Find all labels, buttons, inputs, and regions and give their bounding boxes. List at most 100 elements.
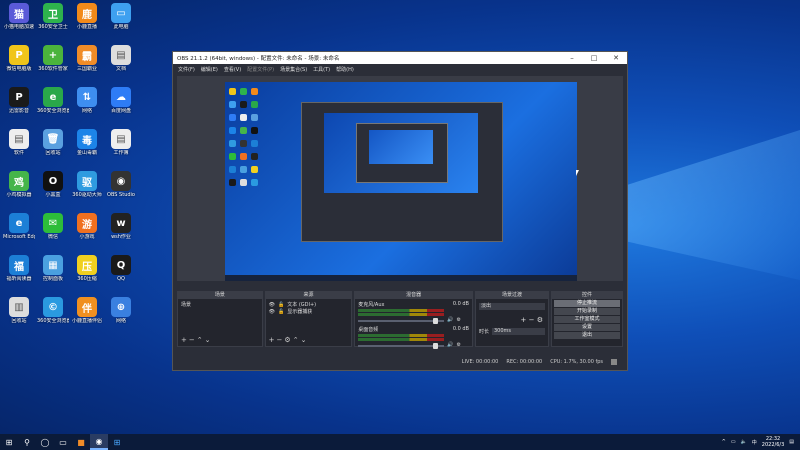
menu-view[interactable]: 查看(V) bbox=[224, 66, 241, 73]
desktop-icon-label: 小鹿直播伴侣 bbox=[71, 318, 102, 324]
desktop-icon[interactable]: 猫小猫电脑加速 bbox=[3, 3, 35, 30]
desktop-icon-label: 控制面板 bbox=[42, 276, 63, 282]
maximize-button[interactable]: □ bbox=[583, 54, 605, 62]
minimize-button[interactable]: – bbox=[561, 54, 583, 62]
app-icon: ▥ bbox=[9, 297, 29, 317]
desktop-icon[interactable]: ☁ 百度网盘 bbox=[105, 87, 137, 114]
desktop-icon[interactable]: 🗑 回收站 bbox=[37, 129, 69, 156]
add-transition-button[interactable]: + bbox=[520, 316, 526, 324]
desktop-icon[interactable]: ⇅ 网络 bbox=[71, 87, 103, 114]
volume-slider[interactable] bbox=[358, 342, 445, 349]
desktop-icon[interactable]: 福福昕阅读器 bbox=[3, 255, 35, 282]
lock-icon[interactable]: 🔓 bbox=[278, 309, 284, 315]
desktop-icon[interactable]: Q QQ bbox=[105, 255, 137, 282]
menu-scene-collection[interactable]: 场景集合(S) bbox=[280, 66, 307, 73]
desktop-icon[interactable]: 伴小鹿直播伴侣 bbox=[71, 297, 103, 324]
controls-dock: 控件 停止推流 开始录制 工作室模式 设置 退出 bbox=[550, 291, 623, 347]
desktop-icon[interactable]: 霸三国霸业 bbox=[71, 45, 103, 72]
mixer-channel: 麦克风/Aux 0.0 dB 🔊 ⚙ bbox=[358, 301, 469, 324]
task-view-icon[interactable]: ◯ bbox=[36, 434, 54, 450]
speaker-icon[interactable]: 🔊 bbox=[447, 342, 453, 348]
volume-slider[interactable] bbox=[358, 317, 445, 324]
gear-icon[interactable]: ⚙ bbox=[456, 317, 460, 323]
mute-icon[interactable]: 🔊 bbox=[447, 317, 453, 323]
eye-icon[interactable]: 👁 bbox=[269, 309, 275, 315]
obs-window[interactable]: OBS 21.1.2 (64bit, windows) - 配置文件: 未命名 … bbox=[172, 51, 628, 371]
remove-scene-button[interactable]: − bbox=[189, 336, 197, 344]
file-explorer-icon[interactable]: ▭ bbox=[54, 434, 72, 450]
obs-titlebar[interactable]: OBS 21.1.2 (64bit, windows) - 配置文件: 未命名 … bbox=[173, 52, 627, 64]
duration-label: 时长 bbox=[478, 329, 489, 335]
gear-icon[interactable]: ⚙ bbox=[456, 342, 460, 348]
source-item[interactable]: 👁 🔓 显示器捕获 bbox=[269, 308, 349, 316]
language-indicator[interactable]: 中 bbox=[752, 439, 757, 446]
desktop-icon[interactable]: 鹿小鹿直播 bbox=[71, 3, 103, 30]
move-down-icon[interactable]: ⌄ bbox=[301, 336, 309, 344]
desktop-icon[interactable]: ✉ 微信 bbox=[37, 213, 69, 240]
menu-tools[interactable]: 工具(T) bbox=[313, 66, 330, 73]
desktop-icon[interactable]: © 360安全浏览器 bbox=[37, 297, 69, 324]
desktop-icon[interactable]: O 小黑盒 bbox=[37, 171, 69, 198]
remove-transition-button[interactable]: − bbox=[529, 316, 535, 324]
menu-file[interactable]: 文件(F) bbox=[178, 66, 195, 73]
sources-dock: 来源 👁 🔓 文本 (GDI+) 👁 🔓 显示器捕获 +−⚙⌃⌄ bbox=[264, 291, 353, 347]
desktop-icon[interactable]: 毒金山毒霸 bbox=[71, 129, 103, 156]
start-recording-button[interactable]: 开始录制 bbox=[553, 308, 620, 315]
volume-meter bbox=[358, 309, 445, 312]
exit-button[interactable]: 退出 bbox=[553, 332, 620, 339]
start-button[interactable]: ⊞ bbox=[0, 434, 18, 450]
chevron-up-icon[interactable]: ^ bbox=[722, 439, 726, 445]
desktop-icon[interactable]: ◉ OBS Studio bbox=[105, 171, 137, 198]
desktop-icon[interactable]: 鸡小鸡模拟器 bbox=[3, 171, 35, 198]
desktop-icon[interactable]: 卫 360安全卫士 bbox=[37, 3, 69, 30]
transition-select[interactable]: 淡出 bbox=[478, 303, 545, 310]
move-up-icon[interactable]: ⌃ bbox=[293, 336, 301, 344]
move-down-icon[interactable]: ⌄ bbox=[205, 336, 213, 344]
desktop-icon[interactable]: ▦ 控制面板 bbox=[37, 255, 69, 282]
network-icon[interactable]: ▭ bbox=[731, 439, 736, 445]
eye-icon[interactable]: 👁 bbox=[269, 302, 275, 308]
add-source-button[interactable]: + bbox=[269, 336, 277, 344]
volume-icon[interactable]: 🔈 bbox=[741, 439, 747, 445]
lock-icon[interactable]: 🔓 bbox=[278, 302, 284, 308]
volume-meter bbox=[358, 338, 445, 341]
taskbar-app-icon[interactable]: ■ bbox=[72, 434, 90, 450]
desktop-icon[interactable]: e 360安全浏览器 bbox=[37, 87, 69, 114]
search-icon[interactable]: ⚲ bbox=[18, 434, 36, 450]
desktop-icon[interactable]: 游小游戏 bbox=[71, 213, 103, 240]
desktop-icon[interactable]: ▤ 软件 bbox=[3, 129, 35, 156]
desktop-icon[interactable]: ▥ 回收站 bbox=[3, 297, 35, 324]
notification-icon[interactable]: ▤ bbox=[789, 439, 794, 445]
menu-edit[interactable]: 编辑(E) bbox=[201, 66, 218, 73]
desktop-icon[interactable]: 驱 360驱动大师 bbox=[71, 171, 103, 198]
stop-streaming-button[interactable]: 停止推流 bbox=[553, 300, 620, 307]
gear-icon[interactable]: ⚙ bbox=[284, 336, 292, 344]
obs-taskbar-icon[interactable]: ◉ bbox=[90, 434, 108, 450]
desktop-icon[interactable]: 压 360压缩 bbox=[71, 255, 103, 282]
desktop-icon[interactable]: w wsh作业 bbox=[105, 213, 137, 240]
menu-profile[interactable]: 配置文件(P) bbox=[247, 66, 274, 73]
move-up-icon[interactable]: ⌃ bbox=[197, 336, 205, 344]
windows-app-icon[interactable]: ⊞ bbox=[108, 434, 126, 450]
desktop-icon[interactable]: P 微信电脑版 bbox=[3, 45, 35, 72]
desktop-icon[interactable]: P 迅雷影音 bbox=[3, 87, 35, 114]
channel-level: 0.0 dB bbox=[452, 326, 469, 332]
scene-item[interactable]: 场景 bbox=[181, 301, 259, 308]
clock[interactable]: 22:32 2022/6/3 bbox=[762, 436, 784, 448]
desktop-icon[interactable]: ▭ 此电脑 bbox=[105, 3, 137, 30]
settings-button[interactable]: 设置 bbox=[553, 324, 620, 331]
desktop-icon[interactable]: ▤ 文档 bbox=[105, 45, 137, 72]
menu-help[interactable]: 帮助(H) bbox=[336, 66, 354, 73]
app-icon: ▭ bbox=[111, 3, 131, 23]
desktop-icon[interactable]: +360软件管家 bbox=[37, 45, 69, 72]
desktop-icon[interactable]: ⊕ 网络 bbox=[105, 297, 137, 324]
add-scene-button[interactable]: + bbox=[181, 336, 189, 344]
source-item[interactable]: 👁 🔓 文本 (GDI+) bbox=[269, 301, 349, 309]
preview-area[interactable] bbox=[177, 76, 623, 281]
desktop-icon[interactable]: eMicrosoft Edge bbox=[3, 213, 35, 240]
studio-mode-button[interactable]: 工作室模式 bbox=[553, 316, 620, 323]
close-button[interactable]: ✕ bbox=[605, 54, 627, 62]
gear-icon[interactable]: ⚙ bbox=[537, 316, 543, 324]
duration-input[interactable]: 300ms bbox=[492, 328, 545, 335]
desktop-icon[interactable]: ▤ 工作簿 bbox=[105, 129, 137, 156]
